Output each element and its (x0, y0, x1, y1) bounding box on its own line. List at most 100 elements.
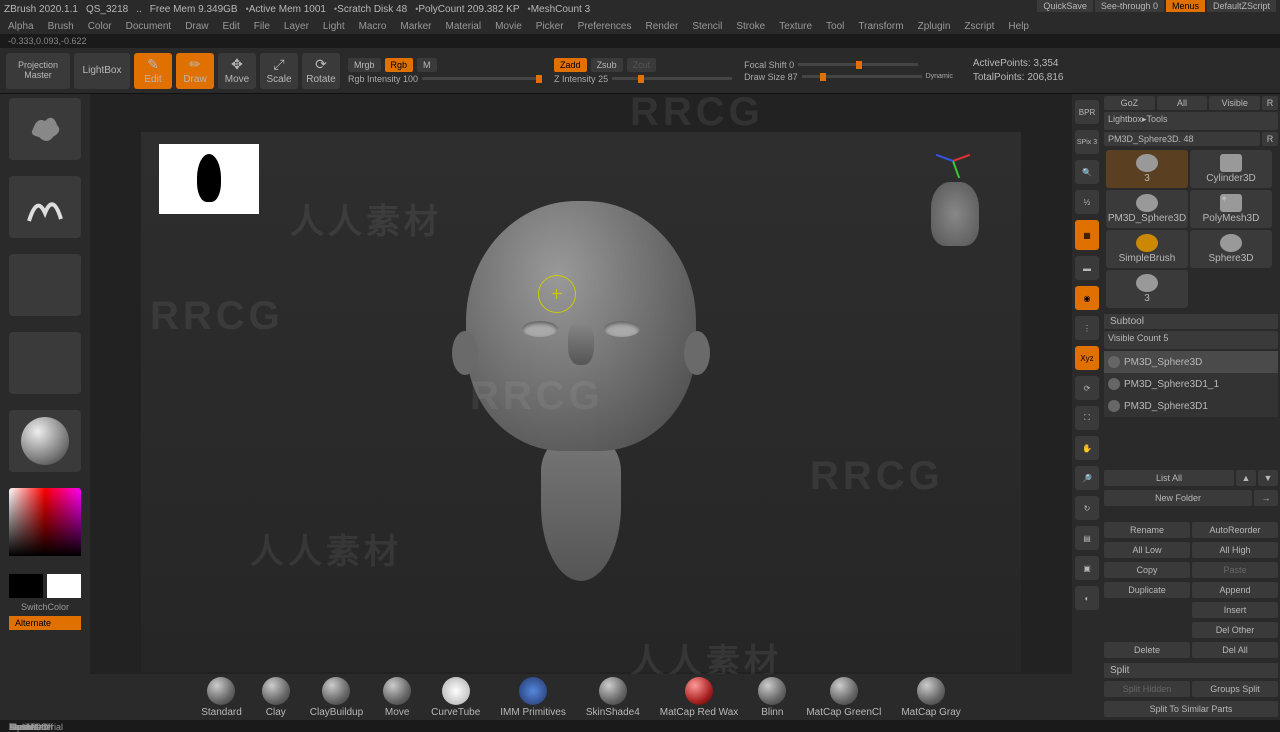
rotate-button[interactable]: ⟳Rotate (302, 53, 340, 89)
eye-icon[interactable] (1108, 378, 1120, 390)
newfolder-button[interactable]: New Folder (1104, 490, 1252, 506)
camera-indicator[interactable] (931, 182, 979, 246)
alternate-button[interactable]: Alternate (9, 616, 81, 630)
tool-sphere2[interactable]: 3 (1106, 270, 1188, 308)
folder-icon[interactable]: → (1254, 490, 1278, 506)
menu-stencil[interactable]: Stencil (692, 21, 722, 32)
mat-gray[interactable]: MatCap Gray (901, 677, 960, 718)
draw-size-slider[interactable] (802, 75, 922, 78)
menu-marker[interactable]: Marker (400, 21, 431, 32)
defaultzscript-button[interactable]: DefaultZScript (1207, 0, 1276, 12)
menu-draw[interactable]: Draw (185, 21, 208, 32)
menu-alpha[interactable]: Alpha (8, 21, 34, 32)
rename-button[interactable]: Rename (1104, 522, 1190, 538)
splitsimilar-button[interactable]: Split To Similar Parts (1104, 701, 1278, 717)
menu-preferences[interactable]: Preferences (578, 21, 632, 32)
eye-icon[interactable] (1108, 400, 1120, 412)
eye-icon[interactable] (1108, 356, 1120, 368)
rgb-button[interactable]: Rgb (385, 58, 414, 72)
actual-button[interactable]: 🔍 (1075, 160, 1099, 184)
quicksave-button[interactable]: QuickSave (1037, 0, 1093, 12)
mat-claybuildup[interactable]: ClayBuildup (310, 677, 363, 718)
brush-thumb[interactable] (9, 98, 81, 160)
sculpt-mesh[interactable] (466, 201, 696, 581)
subtool-header[interactable]: Subtool (1104, 314, 1278, 329)
menu-tool[interactable]: Tool (826, 21, 844, 32)
lsym-button[interactable]: ⋮ (1075, 316, 1099, 340)
subtool-item[interactable]: PM3D_Sphere3D1 (1104, 395, 1278, 417)
splithidden-button[interactable]: Split Hidden (1104, 681, 1190, 697)
floor-button[interactable]: ▬ (1075, 256, 1099, 280)
menu-document[interactable]: Document (126, 21, 172, 32)
insert-button[interactable]: Insert (1192, 602, 1278, 618)
subtool-item[interactable]: PM3D_Sphere3D1_1 (1104, 373, 1278, 395)
projection-master-button[interactable]: Projection Master (6, 53, 70, 89)
focal-shift-slider[interactable] (798, 63, 918, 66)
mat-skinshade[interactable]: SkinShade4 (586, 677, 640, 718)
mat-curvetube[interactable]: CurveTube (431, 677, 480, 718)
menu-help[interactable]: Help (1008, 21, 1029, 32)
menu-stroke[interactable]: Stroke (736, 21, 765, 32)
stroke-thumb[interactable] (9, 176, 81, 238)
zoom3d-button[interactable]: 🔎 (1075, 466, 1099, 490)
mat-redwax[interactable]: MatCap Red Wax (660, 677, 739, 718)
local-button[interactable]: ◉ (1075, 286, 1099, 310)
menu-layer[interactable]: Layer (284, 21, 309, 32)
tool-current[interactable]: 3 (1106, 150, 1188, 188)
move-button[interactable]: ✥Move (218, 53, 256, 89)
polyf-button[interactable]: ▣ (1075, 556, 1099, 580)
menu-brush[interactable]: Brush (48, 21, 74, 32)
cycle-button[interactable]: ⟳ (1075, 376, 1099, 400)
allhigh-button[interactable]: All High (1192, 542, 1278, 558)
menu-light[interactable]: Light (323, 21, 345, 32)
menu-file[interactable]: File (254, 21, 270, 32)
swatch-black[interactable] (9, 574, 43, 598)
delother-button[interactable]: Del Other (1192, 622, 1278, 638)
bpr-button[interactable]: BPR (1075, 100, 1099, 124)
zsub-button[interactable]: Zsub (591, 58, 623, 72)
r-button[interactable]: R (1262, 96, 1278, 110)
frame-button[interactable]: ⛶ (1075, 406, 1099, 430)
rgb-intensity-slider[interactable] (422, 77, 542, 80)
groupssplit-button[interactable]: Groups Split (1192, 681, 1278, 697)
up-icon[interactable]: ▲ (1236, 470, 1256, 486)
menu-zplugin[interactable]: Zplugin (918, 21, 951, 32)
menu-render[interactable]: Render (646, 21, 679, 32)
m-button[interactable]: M (417, 58, 437, 72)
mat-greencl[interactable]: MatCap GreenCl (806, 677, 881, 718)
paste-button[interactable]: Paste (1192, 562, 1278, 578)
tool-sphere3d[interactable]: Sphere3D (1190, 230, 1272, 268)
mat-clay[interactable]: Clay (262, 677, 290, 718)
goz-button[interactable]: GoZ (1104, 96, 1155, 110)
menu-macro[interactable]: Macro (359, 21, 387, 32)
viewport[interactable] (141, 132, 1021, 672)
all-button[interactable]: All (1157, 96, 1208, 110)
color-picker[interactable] (9, 488, 81, 556)
menu-zscript[interactable]: Zscript (964, 21, 994, 32)
tool-simplebrush[interactable]: SimpleBrush (1106, 230, 1188, 268)
tool-cylinder[interactable]: Cylinder3D (1190, 150, 1272, 188)
zcut-button[interactable]: Zcut (627, 58, 657, 72)
delall-button[interactable]: Del All (1192, 642, 1278, 658)
menu-color[interactable]: Color (88, 21, 112, 32)
spix-button[interactable]: SPix 3 (1075, 130, 1099, 154)
subtool-item[interactable]: PM3D_Sphere3D (1104, 351, 1278, 373)
tool-sphere1[interactable]: PM3D_Sphere3D (1106, 190, 1188, 228)
menu-edit[interactable]: Edit (223, 21, 240, 32)
transp-button[interactable]: ◐ (1075, 586, 1099, 610)
menu-material[interactable]: Material (446, 21, 482, 32)
z-intensity-slider[interactable] (612, 77, 732, 80)
persp-button[interactable]: ▦ (1075, 220, 1099, 250)
autoreorder-button[interactable]: AutoReorder (1192, 522, 1278, 538)
menu-picker[interactable]: Picker (536, 21, 564, 32)
split-header[interactable]: Split (1104, 663, 1278, 678)
rotate-view-button[interactable]: ↻ (1075, 496, 1099, 520)
r2-button[interactable]: R (1262, 132, 1278, 146)
copy-button[interactable]: Copy (1104, 562, 1190, 578)
xyz-button[interactable]: Xyz (1075, 346, 1099, 370)
mrgb-button[interactable]: Mrgb (348, 58, 381, 72)
mat-blinn[interactable]: Blinn (758, 677, 786, 718)
mat-imm[interactable]: IMM Primitives (500, 677, 566, 718)
canvas-area[interactable]: RRCG RRCG RRCG RRCG 人人素材 人人素材 人人素材 (90, 94, 1072, 720)
aahalf-button[interactable]: ½ (1075, 190, 1099, 214)
